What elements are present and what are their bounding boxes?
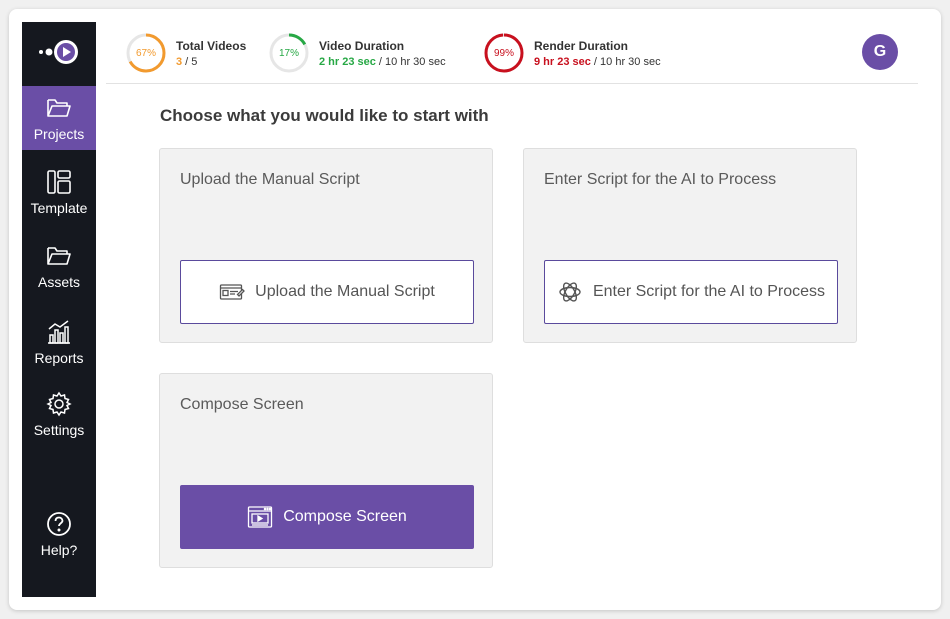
- stat-render-duration: 99% Render Duration 9 hr 23 sec / 10 hr …: [483, 32, 661, 74]
- sidebar-item-help[interactable]: Help?: [22, 502, 96, 566]
- sidebar: Projects Template Assets Reports Setting…: [22, 22, 96, 597]
- folder-icon: [46, 243, 72, 269]
- option-card-ai: Enter Script for the AI to Process Enter…: [523, 148, 857, 343]
- gear-icon: [46, 391, 72, 417]
- card-title: Compose Screen: [180, 396, 304, 413]
- help-icon: [46, 511, 72, 537]
- script-icon: [219, 279, 246, 305]
- button-label: Compose Screen: [283, 508, 407, 525]
- sidebar-item-projects[interactable]: Projects: [22, 86, 96, 150]
- stat-highlight: 9 hr 23 sec: [534, 55, 591, 68]
- stat-value: 2 hr 23 sec / 10 hr 30 sec: [319, 56, 446, 68]
- sidebar-item-label: Template: [30, 199, 88, 216]
- stat-label: Render Duration: [534, 38, 629, 53]
- progress-ring: 67%: [125, 32, 167, 74]
- button-label: Upload the Manual Script: [255, 283, 435, 300]
- progress-percent: 99%: [493, 47, 514, 59]
- screen-icon: [247, 504, 273, 530]
- sidebar-item-assets[interactable]: Assets: [22, 234, 96, 298]
- sidebar-item-label: Projects: [33, 125, 85, 142]
- option-card-upload: Upload the Manual Script Upload the Manu…: [159, 148, 493, 343]
- stat-label: Video Duration: [319, 38, 405, 53]
- layout-icon: [46, 169, 72, 195]
- progress-percent: 17%: [278, 47, 299, 59]
- stat-highlight: 2 hr 23 sec: [319, 55, 376, 68]
- sidebar-item-template[interactable]: Template: [22, 160, 96, 224]
- compose-screen-button[interactable]: Compose Screen: [180, 485, 474, 549]
- option-card-compose: Compose Screen Compose Screen: [159, 373, 493, 568]
- logo-icon: [39, 40, 78, 64]
- bar-chart-icon: [46, 319, 72, 345]
- button-label: Enter Script for the AI to Process: [592, 283, 826, 300]
- progress-ring: 99%: [483, 32, 525, 74]
- progress-ring: 17%: [268, 32, 310, 74]
- logo[interactable]: [22, 22, 96, 82]
- sidebar-item-reports[interactable]: Reports: [22, 310, 96, 374]
- card-title: Upload the Manual Script: [180, 171, 360, 188]
- sidebar-item-label: Help?: [40, 541, 78, 558]
- avatar[interactable]: G: [862, 34, 898, 70]
- sidebar-item-settings[interactable]: Settings: [22, 382, 96, 446]
- folder-open-icon: [46, 95, 72, 121]
- page-title: Choose what you would like to start with: [160, 106, 489, 125]
- enter-ai-script-button[interactable]: Enter Script for the AI to Process: [544, 260, 838, 324]
- stat-total: / 10 hr 30 sec: [590, 55, 661, 68]
- stat-total-videos: 67% Total Videos 3 / 5: [125, 32, 246, 74]
- stats-bar: 67% Total Videos 3 / 5 17% Video Duratio…: [106, 22, 918, 84]
- sidebar-item-label: Reports: [34, 349, 84, 366]
- ai-icon: [557, 279, 583, 305]
- upload-manual-script-button[interactable]: Upload the Manual Script: [180, 260, 474, 324]
- sidebar-item-label: Settings: [33, 421, 85, 438]
- stat-video-duration: 17% Video Duration 2 hr 23 sec / 10 hr 3…: [268, 32, 446, 74]
- sidebar-item-label: Assets: [37, 273, 80, 290]
- stat-value: 3 / 5: [176, 56, 246, 68]
- progress-percent: 67%: [135, 47, 156, 59]
- card-title: Enter Script for the AI to Process: [544, 171, 777, 188]
- stat-total: / 5: [182, 55, 198, 68]
- stat-total: / 10 hr 30 sec: [375, 55, 446, 68]
- stat-label: Total Videos: [176, 38, 247, 53]
- stat-value: 9 hr 23 sec / 10 hr 30 sec: [534, 56, 661, 68]
